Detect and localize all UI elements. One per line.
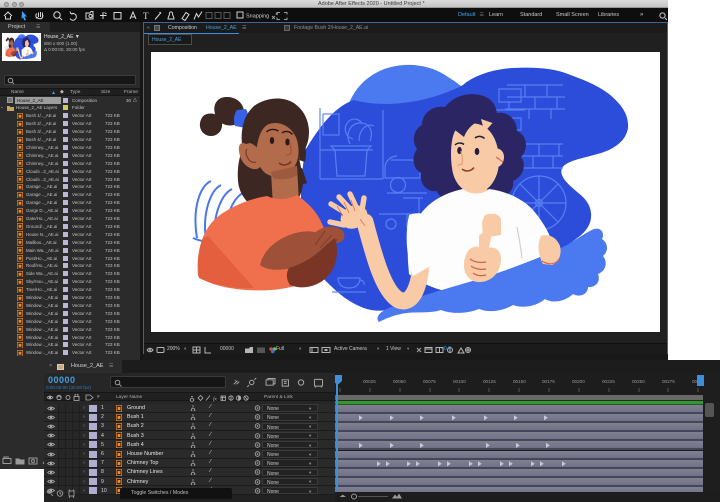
svg-text:Snapping: Snapping <box>246 14 269 20</box>
svg-text:T: T <box>143 11 149 21</box>
svg-text:fx: fx <box>213 395 218 402</box>
